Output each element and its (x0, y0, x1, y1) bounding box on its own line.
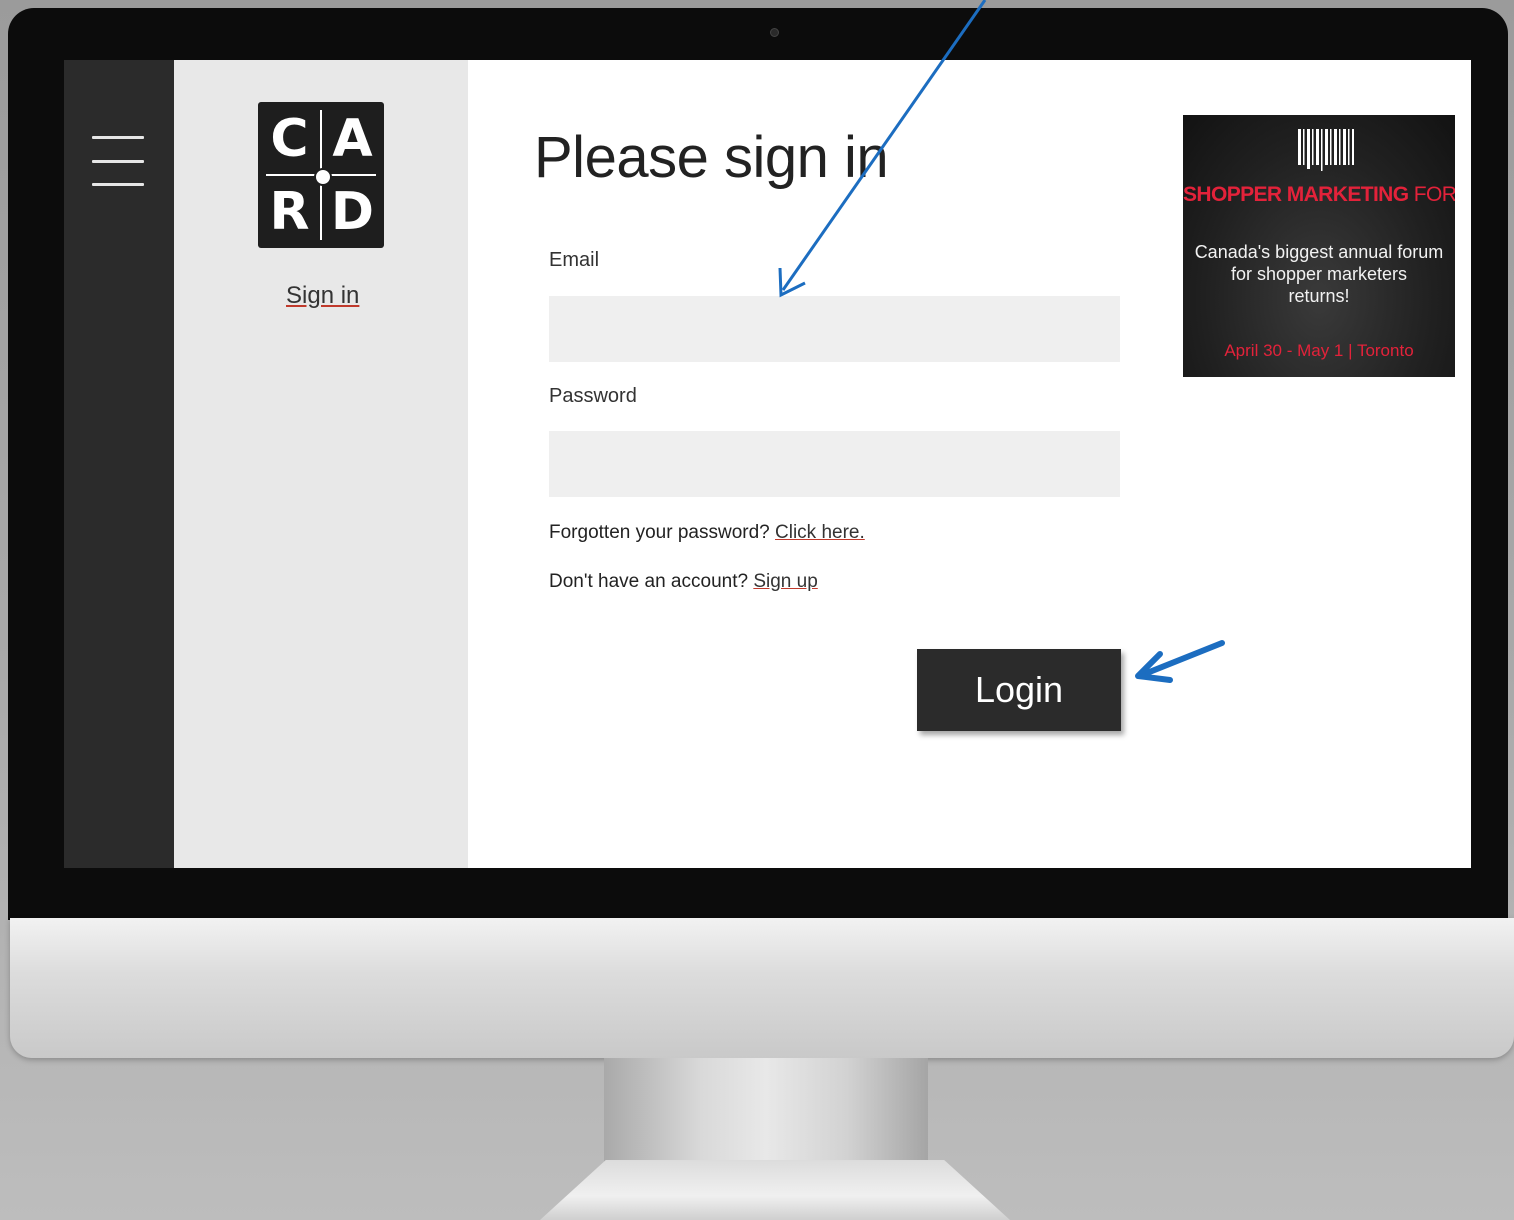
forgot-password-text: Forgotten your password? (549, 522, 770, 543)
monitor-stand-base (540, 1160, 1010, 1220)
screen: C A R D Sign in Please sign in Email Pas… (64, 60, 1471, 868)
hamburger-menu-icon[interactable] (92, 136, 146, 188)
card-logo[interactable]: C A R D (258, 102, 384, 248)
forgot-password-row: Forgotten your password? Click here. (549, 522, 865, 544)
barcode-icon (1298, 129, 1354, 171)
logo-letter: D (330, 181, 375, 242)
ad-headline-bold: SHOPPER MARKETING (1183, 183, 1409, 206)
ad-body-line: returns! (1288, 286, 1350, 306)
signup-row: Don't have an account? Sign up (549, 571, 818, 593)
password-field[interactable] (549, 431, 1120, 497)
email-field[interactable] (549, 296, 1120, 362)
webcam-icon (770, 28, 779, 37)
sidebar-signin-link[interactable]: Sign in (286, 282, 359, 310)
ad-body-line: Canada's biggest annual forum (1194, 242, 1444, 262)
ad-headline: SHOPPER MARKETING FORUM (1183, 183, 1455, 207)
nav-rail (64, 60, 174, 868)
ad-banner[interactable]: SHOPPER MARKETING FORUM Canada's biggest… (1183, 115, 1455, 377)
ad-date: April 30 - May 1 | Toronto (1224, 341, 1414, 360)
monitor-chin (10, 918, 1514, 1058)
side-panel: C A R D Sign in (174, 60, 468, 868)
forgot-password-link[interactable]: Click here. (775, 522, 865, 543)
ad-body: Canada's biggest annual forum for shoppe… (1183, 241, 1455, 307)
page-title: Please sign in (534, 125, 889, 190)
signup-link[interactable]: Sign up (753, 571, 817, 592)
logo-letter: R (269, 181, 310, 242)
logo-letter: C (270, 108, 309, 169)
login-button[interactable]: Login (917, 649, 1121, 731)
signup-text: Don't have an account? (549, 571, 749, 592)
logo-letter: A (332, 108, 373, 169)
email-label: Email (549, 249, 600, 271)
password-label: Password (549, 385, 637, 407)
ad-body-line: for shopper marketers (1230, 264, 1408, 284)
logo-center-dot (314, 168, 332, 186)
ad-headline-light: FORUM (1413, 183, 1455, 206)
